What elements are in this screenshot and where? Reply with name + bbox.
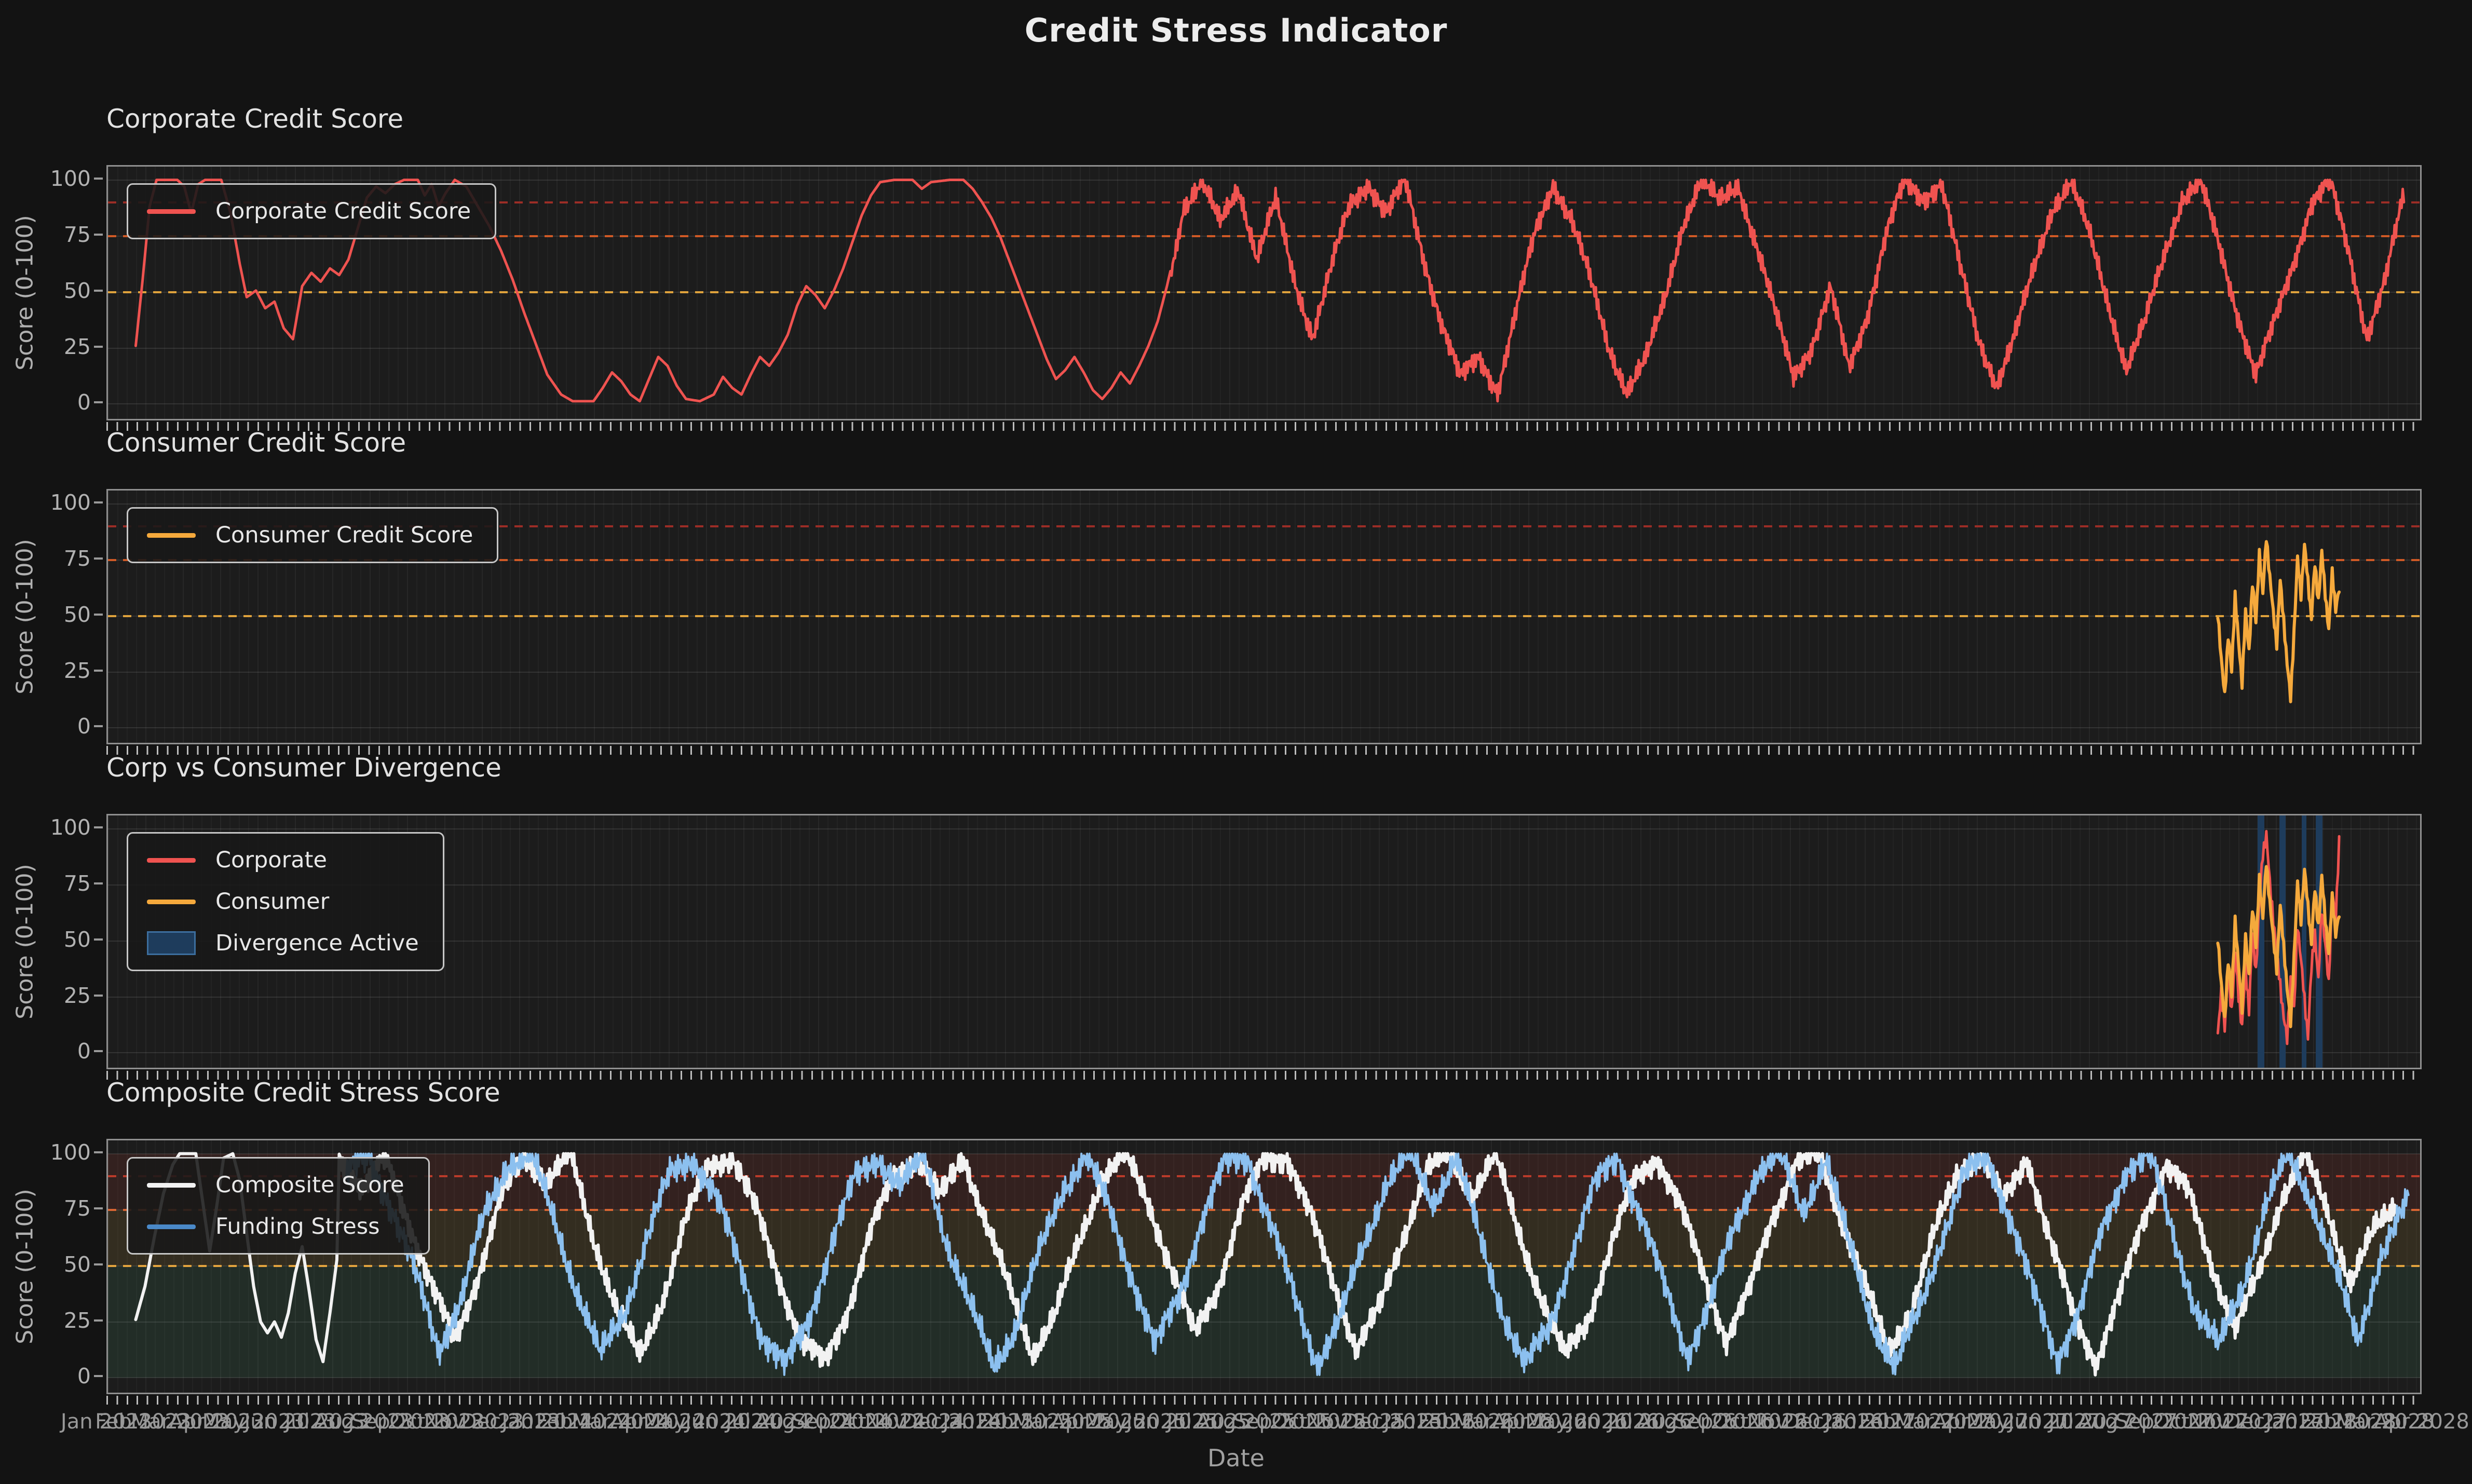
legend-swatch-line [147,1224,196,1229]
subplot-title-divergence: Corp vs Consumer Divergence [106,753,501,783]
y-tick-label: 0 [29,1364,91,1388]
y-tick-label: 50 [29,1252,91,1277]
y-tick-mark [94,1207,103,1209]
y-tick-mark [94,501,103,503]
legend-swatch-line [147,900,196,904]
legend-item-label: Consumer [215,889,329,915]
y-tick-mark [94,826,103,828]
y-tick-mark [94,1263,103,1265]
x-tick-marks [106,422,2422,431]
y-tick-label: 75 [29,546,91,571]
subplot-title-composite: Composite Credit Stress Score [106,1078,500,1108]
y-tick-label: 75 [29,871,91,896]
plot-area-composite: Composite Score Funding Stress [106,1139,2422,1394]
y-tick-label: 0 [29,1039,91,1064]
legend: Corporate Credit Score [127,183,496,239]
legend: Composite Score Funding Stress [127,1157,430,1255]
y-tick-label: 50 [29,927,91,952]
y-tick-mark [94,995,103,997]
y-tick-mark [94,1151,103,1153]
plot-area-divergence: Corporate Consumer Divergence Active [106,814,2422,1069]
y-tick-label: 25 [29,983,91,1008]
plot-area-consumer: Consumer Credit Score [106,489,2422,744]
x-axis-label: Date [0,1444,2472,1472]
credit-stress-dashboard: Credit Stress Indicator Corporate Credit… [0,0,2472,1484]
y-tick-mark [94,1319,103,1322]
y-tick-mark [94,1375,103,1377]
chart-canvas [108,1140,2420,1393]
legend-item: Consumer Credit Score [147,522,473,548]
y-tick-mark [94,882,103,884]
y-tick-mark [94,725,103,727]
x-axis-tick-labels: Jan 2023Feb 2023Mar 2023Apr 2023May 2023… [106,1410,2422,1441]
y-tick-label: 100 [29,490,91,515]
legend-swatch-line [147,858,196,863]
x-tick-label: Apr 2028 [2374,1410,2469,1434]
y-tick-mark [94,670,103,672]
series-line-funding-stress [346,1154,2409,1375]
chart-canvas [108,815,2420,1068]
legend-item-label: Consumer Credit Score [215,522,473,548]
y-tick-label: 75 [29,1196,91,1221]
y-tick-label: 0 [29,714,91,739]
legend-item-label: Composite Score [215,1172,404,1198]
y-tick-mark [94,1050,103,1052]
legend: Corporate Consumer Divergence Active [127,832,444,971]
legend-swatch-line [147,1183,196,1188]
legend-item-label: Corporate Credit Score [215,198,471,224]
y-tick-label: 100 [29,1140,91,1165]
subplot-title-corporate: Corporate Credit Score [106,104,403,134]
series-line-composite-score [135,1154,2397,1375]
y-tick-label: 50 [29,278,91,303]
y-tick-mark [94,401,103,403]
legend-swatch-line [147,209,196,214]
legend-item: Consumer [147,889,419,915]
y-tick-mark [94,346,103,348]
y-tick-mark [94,178,103,180]
legend-item-label: Corporate [215,847,327,873]
legend-item-label: Funding Stress [215,1214,380,1240]
legend-swatch-line [147,533,196,538]
x-tick-marks [106,746,2422,755]
x-tick-marks [106,1071,2422,1080]
legend-item: Composite Score [147,1172,404,1198]
x-tick-marks [106,1396,2422,1405]
y-tick-label: 100 [29,166,91,191]
plot-area-corporate: Corporate Credit Score [106,165,2422,420]
y-tick-label: 25 [29,1308,91,1333]
legend: Consumer Credit Score [127,507,498,563]
y-tick-mark [94,938,103,941]
legend-swatch-patch [147,931,196,955]
y-tick-label: 50 [29,602,91,627]
y-tick-mark [94,234,103,236]
legend-item-label: Divergence Active [215,930,419,956]
legend-item: Divergence Active [147,930,419,956]
page-title: Credit Stress Indicator [0,11,2472,49]
y-tick-mark [94,614,103,616]
y-tick-mark [94,290,103,292]
y-tick-label: 0 [29,390,91,415]
y-tick-label: 100 [29,815,91,840]
y-tick-label: 75 [29,222,91,247]
legend-item: Funding Stress [147,1214,404,1240]
y-tick-label: 25 [29,334,91,359]
legend-item: Corporate [147,847,419,873]
y-tick-label: 25 [29,658,91,683]
y-tick-mark [94,557,103,560]
subplot-title-consumer: Consumer Credit Score [106,428,406,458]
series-line-consumer-credit-score [2218,541,2339,701]
legend-item: Corporate Credit Score [147,198,471,224]
